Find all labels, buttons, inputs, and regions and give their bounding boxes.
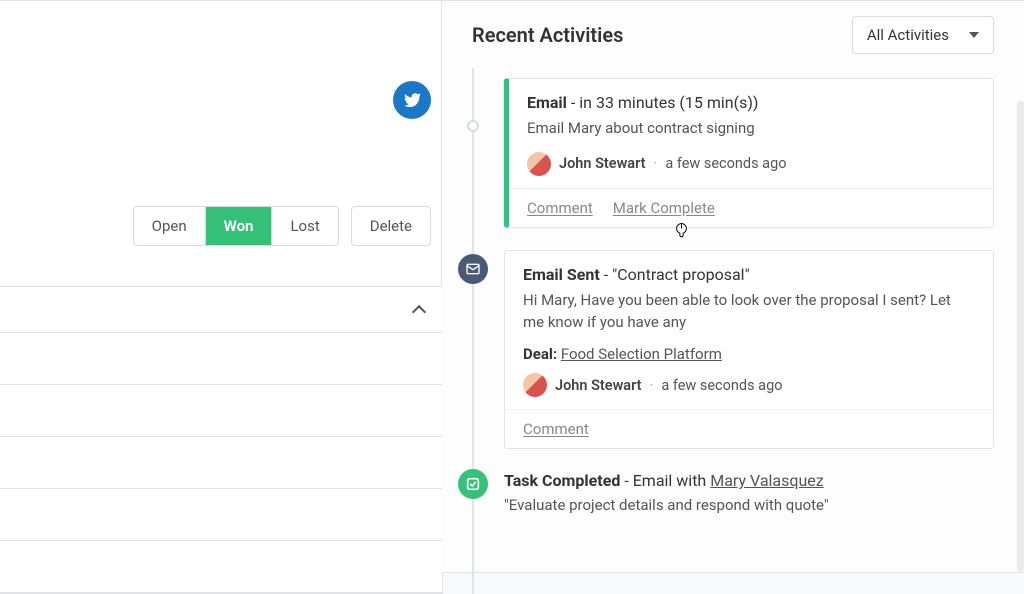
activity-title: Email Sent - "Contract proposal" — [523, 265, 975, 284]
activity-filter-label: All Activities — [867, 26, 949, 44]
panel-row — [0, 333, 442, 385]
activity-title: Email - in 33 minutes (15 min(s)) — [527, 93, 975, 112]
author-name: John Stewart — [559, 155, 646, 172]
chevron-up-icon — [412, 304, 426, 318]
avatar — [523, 373, 547, 397]
comment-link[interactable]: Comment — [527, 199, 593, 217]
author-name: John Stewart — [555, 377, 642, 394]
activity-card-email-sent: Email Sent - "Contract proposal" Hi Mary… — [504, 250, 994, 450]
activity-subtitle: Email Mary about contract signing — [527, 118, 975, 140]
recent-activities-heading: Recent Activities — [472, 23, 623, 47]
deal-link[interactable]: Food Selection Platform — [561, 345, 722, 363]
deal-row: Deal: Food Selection Platform — [523, 345, 975, 363]
panel-row — [0, 541, 442, 593]
activity-meta: John Stewart · a few seconds ago — [523, 373, 975, 397]
panel-row — [0, 489, 442, 541]
delete-button[interactable]: Delete — [351, 206, 431, 246]
panel-row — [0, 385, 442, 437]
mail-icon — [458, 254, 488, 284]
chevron-down-icon — [969, 32, 979, 38]
status-open-button[interactable]: Open — [134, 207, 206, 245]
timeline-dot — [467, 120, 479, 132]
task-quote: "Evaluate project details and respond wi… — [504, 496, 994, 514]
activity-meta: John Stewart · a few seconds ago — [527, 152, 975, 176]
twitter-icon[interactable] — [393, 81, 431, 119]
activity-time: a few seconds ago — [661, 377, 782, 394]
comment-link[interactable]: Comment — [523, 420, 589, 438]
panel-row — [0, 437, 442, 489]
task-complete-icon — [458, 469, 488, 499]
activity-body: Hi Mary, Have you been able to look over… — [523, 290, 975, 334]
avatar — [527, 152, 551, 176]
activity-title: Task Completed - Email with Mary Valasqu… — [504, 471, 994, 490]
activity-filter-dropdown[interactable]: All Activities — [852, 16, 994, 54]
contact-link[interactable]: Mary Valasquez — [710, 471, 824, 490]
deal-status-row: Open Won Lost Delete — [133, 206, 431, 246]
detail-panel — [0, 286, 443, 594]
activity-time: a few seconds ago — [665, 155, 786, 172]
panel-header[interactable] — [0, 287, 442, 333]
status-won-button[interactable]: Won — [206, 207, 273, 245]
status-button-group: Open Won Lost — [133, 206, 339, 246]
mark-complete-link[interactable]: Mark Complete — [613, 199, 715, 217]
status-lost-button[interactable]: Lost — [272, 207, 337, 245]
scrollbar[interactable] — [1017, 101, 1024, 572]
activity-card-email-scheduled: Email - in 33 minutes (15 min(s)) Email … — [504, 78, 994, 228]
